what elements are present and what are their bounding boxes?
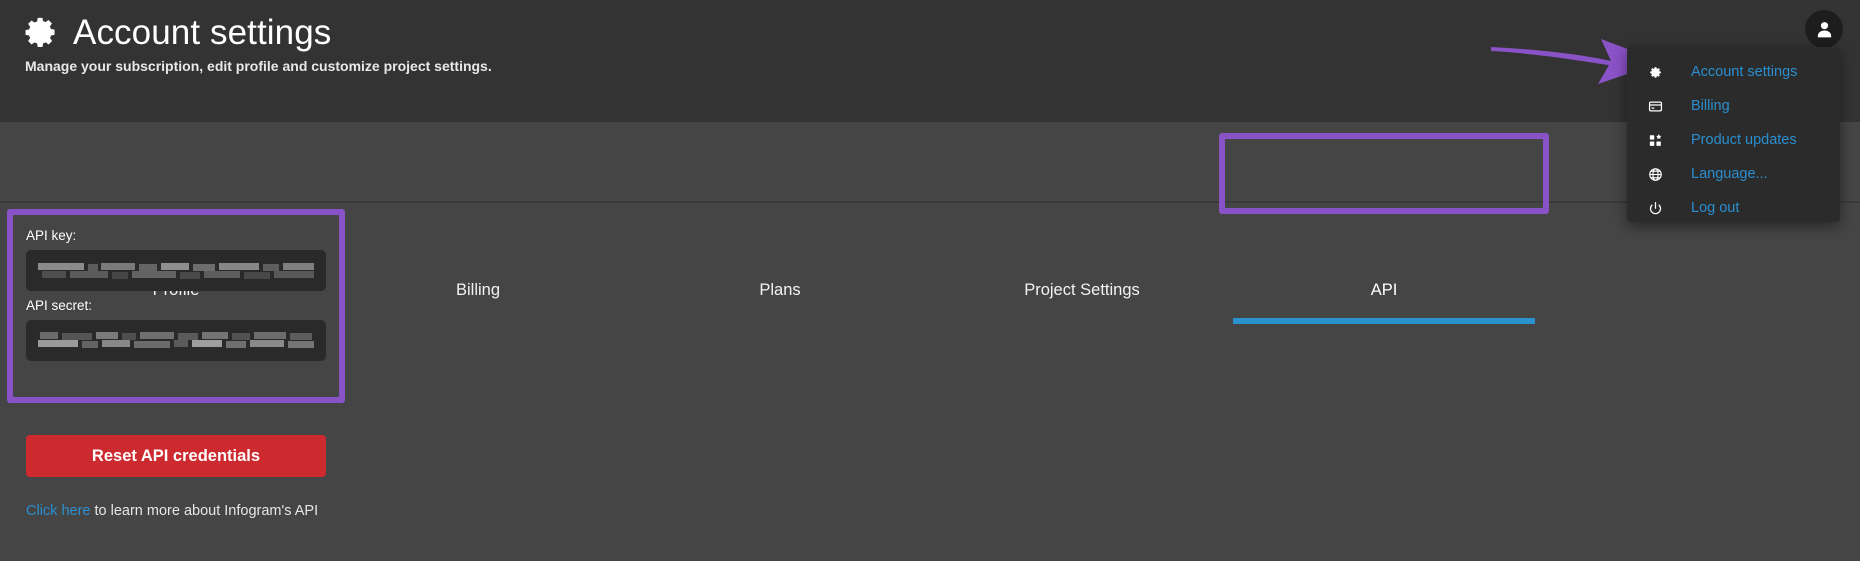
- account-settings-page: Account settings Manage your subscriptio…: [0, 0, 1860, 561]
- globe-icon: [1648, 164, 1670, 184]
- api-docs-note: Click here to learn more about Infogram'…: [26, 502, 318, 520]
- page-subtitle: Manage your subscription, edit profile a…: [25, 58, 492, 74]
- menu-item-label: Product updates: [1691, 132, 1797, 148]
- menu-item-account-settings[interactable]: Account settings: [1627, 55, 1840, 89]
- user-avatar-icon: [1814, 19, 1835, 40]
- tab-project-settings[interactable]: Project Settings: [931, 279, 1233, 301]
- api-key-input[interactable]: [26, 250, 326, 291]
- menu-item-language[interactable]: Language...: [1627, 157, 1840, 191]
- user-dropdown-menu: Account settings Billing Product updates…: [1627, 47, 1840, 222]
- redacted-value: [38, 260, 314, 281]
- menu-item-billing[interactable]: Billing: [1627, 89, 1840, 123]
- menu-item-log-out[interactable]: Log out: [1627, 191, 1840, 225]
- gear-icon: [1648, 62, 1670, 82]
- gear-icon: [23, 14, 59, 50]
- api-key-label: API key:: [26, 228, 77, 243]
- power-icon: [1648, 198, 1670, 218]
- page-title: Account settings: [73, 13, 332, 52]
- tabbar-divider: [0, 201, 1860, 203]
- menu-item-label: Account settings: [1691, 64, 1798, 80]
- credit-card-icon: [1648, 96, 1670, 116]
- api-secret-input[interactable]: [26, 320, 326, 361]
- tab-active-underline: [1233, 318, 1535, 324]
- api-docs-link[interactable]: Click here: [26, 503, 90, 519]
- redacted-value: [38, 330, 314, 351]
- user-avatar-button[interactable]: [1805, 10, 1843, 48]
- reset-api-credentials-button[interactable]: Reset API credentials: [26, 435, 326, 477]
- menu-item-product-updates[interactable]: Product updates: [1627, 123, 1840, 157]
- tab-billing[interactable]: Billing: [327, 279, 629, 301]
- api-docs-text: to learn more about Infogram's API: [90, 503, 319, 519]
- menu-item-label: Log out: [1691, 200, 1740, 216]
- grid-star-icon: [1648, 130, 1670, 150]
- tab-plans[interactable]: Plans: [629, 279, 931, 301]
- tab-api[interactable]: API: [1233, 279, 1535, 301]
- page-header: Account settings Manage your subscriptio…: [0, 0, 1860, 122]
- menu-item-label: Language...: [1691, 166, 1768, 182]
- menu-item-label: Billing: [1691, 98, 1730, 114]
- settings-tabbar: Profile Billing Plans Project Settings A…: [0, 122, 1860, 324]
- api-secret-label: API secret:: [26, 298, 93, 313]
